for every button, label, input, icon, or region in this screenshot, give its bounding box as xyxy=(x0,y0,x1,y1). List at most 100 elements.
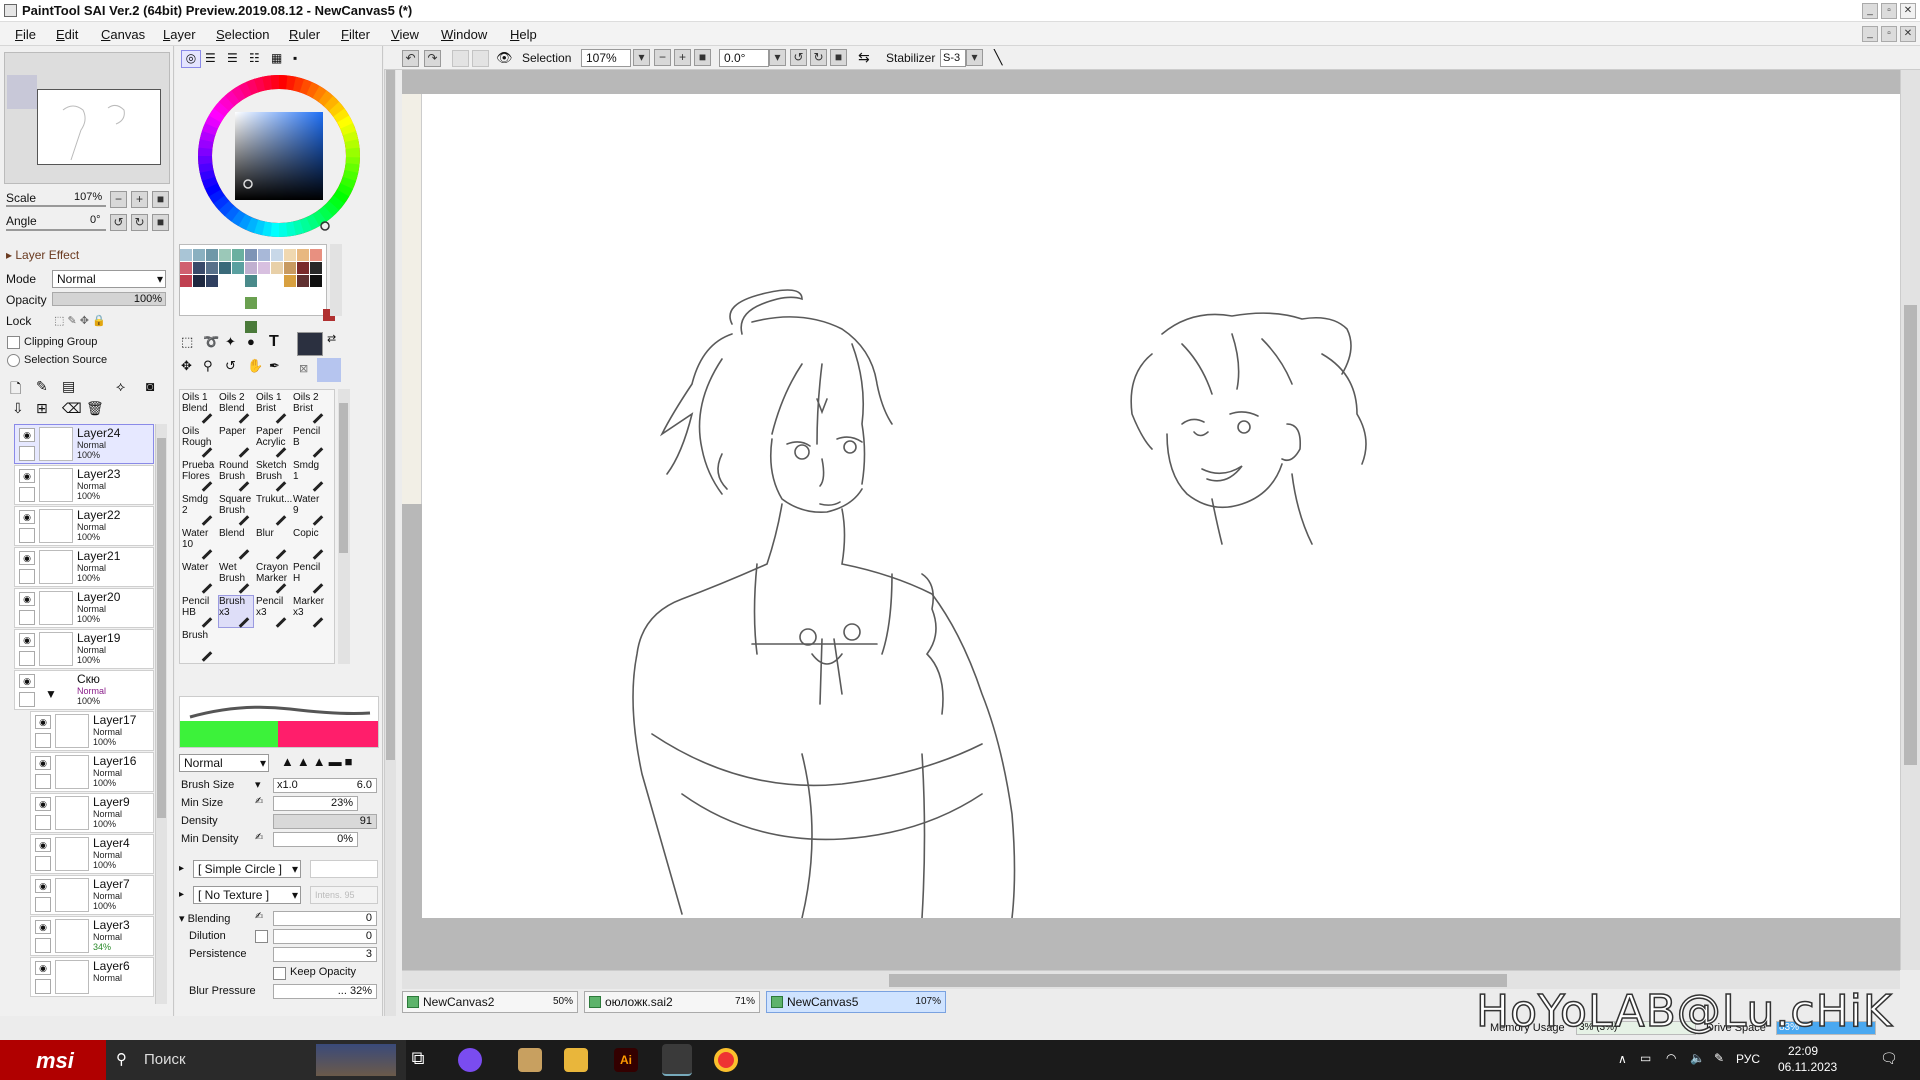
color-swatch[interactable] xyxy=(258,262,270,274)
rotate-cw-icon[interactable]: ↻ xyxy=(810,49,827,66)
tab-sai2-file[interactable]: оюложк.sai2 71% xyxy=(584,991,760,1013)
doc-minimize-button[interactable]: _ xyxy=(1862,26,1878,42)
transfer-down-icon[interactable]: ⇩ xyxy=(12,400,24,417)
transparent-color-icon[interactable]: ⊠ xyxy=(299,362,308,375)
flip-horizontal-icon[interactable]: ⇆ xyxy=(858,49,870,66)
swatches-tab[interactable]: ▦ xyxy=(271,51,282,65)
blur-pressure-field[interactable]: ... 32% xyxy=(273,984,377,999)
eye-icon[interactable]: ◉ xyxy=(35,797,51,811)
color-swatch[interactable] xyxy=(271,262,283,274)
brush-slot[interactable]: Square Brush xyxy=(218,493,254,526)
min-density-field[interactable]: 0% xyxy=(273,832,358,847)
rotate-ccw-icon[interactable]: ↺ xyxy=(790,49,807,66)
clock-date[interactable]: 06.11.2023 xyxy=(1778,1060,1837,1074)
new-folder-icon[interactable]: ▤ xyxy=(62,378,75,395)
doc-restore-button[interactable]: ▫ xyxy=(1881,26,1897,42)
layer-item[interactable]: ◉ Layer24 Normal 100% xyxy=(14,424,154,464)
color-swatch[interactable] xyxy=(245,275,257,287)
layer-item[interactable]: ◉ Layer21 Normal 100% xyxy=(14,547,154,587)
stabilizer-select[interactable]: S-3 xyxy=(940,49,966,67)
magic-wand-icon[interactable]: ✦ xyxy=(225,334,236,350)
menu-edit[interactable]: Edit xyxy=(56,27,78,42)
texture-intensity-field[interactable]: Intens. 95 xyxy=(310,886,378,904)
layer-item[interactable]: ◉ Layer20 Normal 100% xyxy=(14,588,154,628)
canvas-vscrollbar[interactable] xyxy=(1900,70,1920,970)
brush-slot[interactable]: Paper Acrylic xyxy=(255,425,291,458)
chevron-down-icon[interactable]: ▾ xyxy=(966,49,983,66)
layer-select-checkbox[interactable] xyxy=(35,856,51,871)
eye-icon[interactable]: ◉ xyxy=(35,838,51,852)
dilution-field[interactable]: 0 xyxy=(273,929,377,944)
color-swatch[interactable] xyxy=(245,262,257,274)
color-swatch[interactable] xyxy=(245,297,257,309)
pressure-icon[interactable]: ✍ xyxy=(255,832,263,843)
minimize-button[interactable]: _ xyxy=(1862,3,1878,19)
zoom-reset-icon[interactable]: ■ xyxy=(694,49,711,66)
color-swatch[interactable] xyxy=(219,249,231,261)
color-swatch[interactable] xyxy=(297,249,309,261)
color-swatch[interactable] xyxy=(180,262,192,274)
intermediate-color-tab[interactable]: ☷ xyxy=(249,51,260,65)
layer-folder[interactable]: ◉ ▼ Скю Normal 100% xyxy=(14,670,154,710)
brush-scrollbar[interactable] xyxy=(338,389,350,664)
redo-button[interactable]: ↷ xyxy=(424,50,441,67)
menu-file[interactable]: File xyxy=(15,27,36,42)
rgb-sliders-tab[interactable]: ☰ xyxy=(205,51,216,65)
swap-colors-icon[interactable]: ⇄ xyxy=(327,332,336,345)
file-explorer-icon[interactable] xyxy=(564,1048,588,1072)
eye-icon[interactable]: ◉ xyxy=(35,961,51,975)
layer-item[interactable]: ◉ Layer17 Normal 100% xyxy=(30,711,154,751)
layer-select-checkbox[interactable] xyxy=(35,979,51,994)
layer-item[interactable]: ◉ Layer9 Normal 100% xyxy=(30,793,154,833)
brush-tip-shapes[interactable]: ▲▲▲▬■ xyxy=(281,754,379,772)
opacity-slider[interactable]: 100% xyxy=(52,292,166,306)
eye-icon[interactable]: 👁 xyxy=(496,50,513,66)
assistant-app-icon[interactable] xyxy=(458,1048,482,1072)
brush-slot[interactable]: Brush xyxy=(181,629,217,662)
color-swatch[interactable] xyxy=(219,262,231,274)
brush-scroll-thumb[interactable] xyxy=(339,403,348,553)
clock-time[interactable]: 22:09 xyxy=(1788,1044,1818,1058)
new-layer-icon[interactable]: 🗋 xyxy=(10,378,21,402)
brush-slot[interactable]: Oils 1 Blend xyxy=(181,391,217,424)
color-swatch[interactable] xyxy=(193,275,205,287)
eye-icon[interactable]: ◉ xyxy=(35,715,51,729)
delete-layer-icon[interactable]: 🗑 xyxy=(86,400,104,417)
layer-list-scrollbar[interactable] xyxy=(155,424,167,1004)
zoom-select[interactable]: 107% xyxy=(581,49,631,67)
angle-slider[interactable] xyxy=(6,229,106,231)
eye-icon[interactable]: ◉ xyxy=(35,756,51,770)
color-wheel[interactable] xyxy=(197,74,361,238)
menu-window[interactable]: Window xyxy=(441,27,487,42)
zoom-out-icon[interactable]: − xyxy=(654,49,671,66)
color-swatch[interactable] xyxy=(206,262,218,274)
move-icon[interactable]: ✥ xyxy=(181,358,192,374)
hsv-sliders-tab[interactable]: ☰ xyxy=(227,51,238,65)
chevron-up-icon[interactable]: ∧ xyxy=(1618,1052,1627,1066)
layer-item[interactable]: ◉ Layer19 Normal 100% xyxy=(14,629,154,669)
illustrator-icon[interactable]: Ai xyxy=(614,1048,638,1072)
painttool-taskbar-icon[interactable] xyxy=(518,1048,542,1072)
rotate-reset-icon[interactable]: ■ xyxy=(830,49,847,66)
dilution-pressure-checkbox[interactable] xyxy=(255,930,268,943)
color-swatch[interactable] xyxy=(271,249,283,261)
brush-slot[interactable]: Paper xyxy=(218,425,254,458)
selection-source-radio[interactable] xyxy=(7,354,20,367)
color-swatch[interactable] xyxy=(284,262,296,274)
brush-mode-select[interactable]: Normal ▾ xyxy=(179,754,269,772)
eye-icon[interactable]: ◉ xyxy=(19,592,35,606)
rect-select-icon[interactable]: ⬚ xyxy=(181,334,193,350)
brush-slot[interactable]: Water 9 xyxy=(292,493,328,526)
brush-slot[interactable]: Copic xyxy=(292,527,328,560)
brush-slot[interactable]: Pencil B xyxy=(292,425,328,458)
eye-icon[interactable]: ◉ xyxy=(19,510,35,524)
eye-icon[interactable]: ◉ xyxy=(35,920,51,934)
color-swatch[interactable] xyxy=(180,249,192,261)
sai-active-taskbar-icon[interactable] xyxy=(662,1044,692,1076)
brush-slot[interactable]: Brush x3 xyxy=(218,595,254,628)
tab-newcanvas2[interactable]: NewCanvas2 50% xyxy=(402,991,578,1013)
volume-icon[interactable]: 🔈 xyxy=(1690,1051,1705,1065)
brush-size-field[interactable]: x1.0 6.0 xyxy=(273,778,377,793)
swatches-grid[interactable] xyxy=(179,244,335,333)
layer-select-checkbox[interactable] xyxy=(19,528,35,543)
